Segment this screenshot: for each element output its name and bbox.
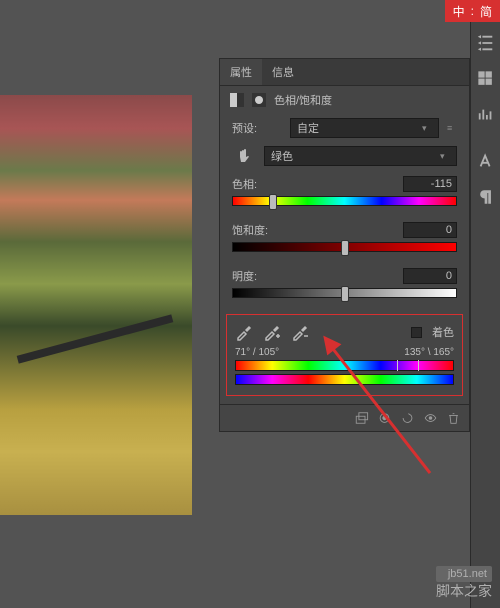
mask-icon bbox=[252, 93, 266, 107]
hue-track[interactable] bbox=[232, 196, 457, 206]
eyedropper-subtract-icon[interactable] bbox=[291, 323, 309, 341]
tab-properties[interactable]: 属性 bbox=[220, 59, 262, 85]
watermark-name: 脚本之家 bbox=[436, 582, 492, 600]
preset-label: 预设: bbox=[232, 120, 282, 136]
colorize-checkbox[interactable] bbox=[411, 327, 422, 338]
range-right: 135° \ 165° bbox=[404, 347, 454, 358]
range-angle-readout: 71° / 105° 135° \ 165° bbox=[235, 347, 454, 358]
ime-status-badge: 中 : 简 bbox=[445, 0, 500, 22]
trash-icon[interactable] bbox=[446, 411, 461, 425]
targeted-adjust-icon[interactable] bbox=[236, 148, 252, 164]
preset-value: 自定 bbox=[297, 120, 319, 136]
saturation-handle[interactable] bbox=[341, 240, 349, 256]
eyedropper-row: 着色 bbox=[235, 323, 454, 341]
preset-select[interactable]: 自定 ▾ bbox=[290, 118, 439, 138]
histogram-icon[interactable] bbox=[477, 106, 495, 124]
lightness-track[interactable] bbox=[232, 288, 457, 298]
preset-row: 预设: 自定 ▾ ≡ bbox=[220, 114, 469, 142]
hue-label: 色相: bbox=[232, 176, 257, 192]
channel-row: 绿色 ▾ bbox=[220, 142, 469, 170]
hue-handle[interactable] bbox=[269, 194, 277, 210]
ime-lang: 中 bbox=[453, 3, 465, 20]
panel-header: 色相/饱和度 bbox=[220, 86, 469, 114]
channel-select[interactable]: 绿色 ▾ bbox=[264, 146, 457, 166]
channel-value: 绿色 bbox=[271, 148, 293, 164]
panel-tabs: 属性 信息 bbox=[220, 59, 469, 86]
watermark-site: jb51.net bbox=[436, 566, 492, 582]
chevron-down-icon: ▾ bbox=[422, 123, 432, 134]
chevron-down-icon: ▾ bbox=[440, 151, 450, 162]
reset-icon[interactable] bbox=[400, 411, 415, 425]
tab-info[interactable]: 信息 bbox=[262, 59, 304, 85]
swatches-icon[interactable] bbox=[477, 70, 495, 88]
hue-saturation-panel: 属性 信息 色相/饱和度 预设: 自定 ▾ ≡ 绿色 ▾ 色相: -115 饱和… bbox=[219, 58, 470, 432]
right-tool-strip bbox=[470, 22, 500, 608]
panel-title: 色相/饱和度 bbox=[274, 92, 332, 108]
hue-slider-row: 色相: -115 bbox=[220, 170, 469, 216]
paragraph-icon[interactable] bbox=[477, 188, 495, 206]
menu-icon[interactable] bbox=[477, 34, 495, 52]
color-range-section: 着色 71° / 105° 135° \ 165° bbox=[226, 314, 463, 396]
clip-to-layer-icon[interactable] bbox=[354, 411, 369, 425]
lightness-value[interactable]: 0 bbox=[403, 268, 457, 284]
saturation-slider-row: 饱和度: 0 bbox=[220, 216, 469, 262]
lightness-label: 明度: bbox=[232, 268, 257, 284]
hue-value[interactable]: -115 bbox=[403, 176, 457, 192]
panel-bottom-bar bbox=[220, 404, 469, 431]
ime-sep: : bbox=[471, 4, 474, 18]
saturation-value[interactable]: 0 bbox=[403, 222, 457, 238]
ime-mode: 简 bbox=[480, 3, 492, 20]
eyedropper-add-icon[interactable] bbox=[263, 323, 281, 341]
spectrum-bottom[interactable] bbox=[235, 374, 454, 385]
saturation-label: 饱和度: bbox=[232, 222, 268, 238]
adjustment-layer-icon bbox=[230, 93, 244, 107]
lightness-handle[interactable] bbox=[341, 286, 349, 302]
colorize-label: 着色 bbox=[432, 324, 454, 340]
range-marker[interactable] bbox=[397, 360, 398, 371]
preset-menu-icon[interactable]: ≡ bbox=[447, 123, 457, 133]
range-marker[interactable] bbox=[418, 360, 419, 371]
canvas-image-preview bbox=[0, 95, 192, 515]
range-left: 71° / 105° bbox=[235, 347, 279, 358]
visibility-icon[interactable] bbox=[423, 411, 438, 425]
eyedropper-icon[interactable] bbox=[235, 323, 253, 341]
type-icon[interactable] bbox=[477, 152, 495, 170]
watermark: jb51.net 脚本之家 bbox=[436, 566, 492, 600]
saturation-track[interactable] bbox=[232, 242, 457, 252]
lightness-slider-row: 明度: 0 bbox=[220, 262, 469, 308]
